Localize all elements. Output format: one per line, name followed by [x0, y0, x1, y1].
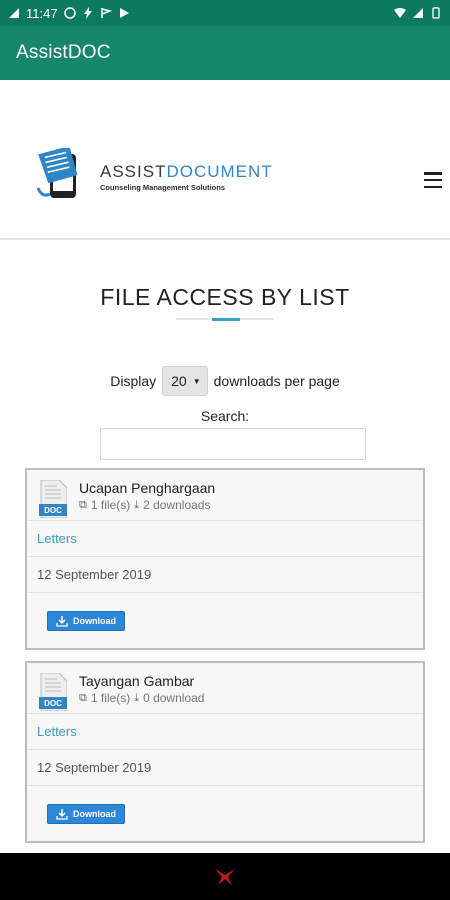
file-meta: ⧉ 1 file(s) ⤓ 0 download — [79, 691, 204, 705]
file-date: 12 September 2019 — [27, 750, 423, 786]
download-icon — [56, 615, 68, 627]
whatsapp-icon — [63, 7, 76, 19]
logo-mark-icon — [36, 148, 78, 198]
site-logo[interactable]: ASSISTDOCUMENT Counseling Management Sol… — [36, 148, 273, 206]
bottom-nav-bar — [0, 853, 450, 900]
doc-badge: DOC — [44, 506, 62, 515]
site-header: ASSISTDOCUMENT Counseling Management Sol… — [0, 80, 450, 240]
status-right — [394, 7, 450, 19]
wifi-icon — [394, 8, 406, 18]
file-card-actions: Download — [27, 786, 423, 842]
file-date: 12 September 2019 — [27, 557, 423, 593]
app-logo-icon[interactable] — [214, 867, 236, 887]
cell-signal-icon — [413, 8, 423, 18]
file-meta: ⧉ 1 file(s) ⤓ 2 downloads — [79, 498, 210, 512]
doc-file-icon: DOC — [39, 480, 67, 518]
bolt-icon — [83, 7, 92, 19]
flag-icon — [100, 8, 112, 18]
search-input[interactable] — [100, 428, 366, 460]
download-icon — [56, 808, 68, 820]
display-label: Display — [110, 373, 157, 389]
file-title[interactable]: Ucapan Penghargaan — [79, 480, 215, 496]
file-category-link[interactable]: Letters — [27, 714, 423, 750]
file-title[interactable]: Tayangan Gambar — [79, 673, 194, 689]
status-left: 11:47 — [0, 6, 130, 21]
display-count-value: 20 — [171, 373, 187, 389]
page-title: FILE ACCESS BY LIST — [100, 284, 350, 310]
files-count-icon: ⧉ — [79, 498, 87, 511]
battery-icon — [432, 7, 440, 19]
display-per-page: Display 20 ▼ downloads per page — [0, 366, 450, 396]
logo-brand-part1: ASSIST — [100, 162, 167, 181]
file-card: DOC Ucapan Penghargaan ⧉ 1 file(s) ⤓ 2 d… — [25, 468, 425, 650]
title-divider-accent — [212, 318, 240, 321]
app-bar: AssistDOC — [0, 26, 450, 80]
file-category-link[interactable]: Letters — [27, 521, 423, 557]
status-bar: 11:47 — [0, 0, 450, 26]
downloads-count: 0 download — [143, 691, 205, 705]
logo-brand-part2: DOCUMENT — [166, 162, 273, 181]
downloads-count: 2 downloads — [143, 498, 211, 512]
play-icon — [119, 8, 129, 18]
display-count-select[interactable]: 20 ▼ — [162, 366, 208, 396]
file-card-header: DOC Ucapan Penghargaan ⧉ 1 file(s) ⤓ 2 d… — [27, 470, 423, 521]
display-suffix: downloads per page — [213, 373, 340, 389]
download-button-label: Download — [73, 809, 116, 819]
file-card-header: DOC Tayangan Gambar ⧉ 1 file(s) ⤓ 0 down… — [27, 663, 423, 714]
download-button[interactable]: Download — [47, 804, 125, 824]
app-title: AssistDOC — [16, 42, 111, 63]
search-label: Search: — [200, 408, 250, 424]
file-card-actions: Download — [27, 593, 423, 649]
dropdown-caret-icon: ▼ — [192, 376, 201, 386]
downloads-count-icon: ⤓ — [134, 691, 140, 704]
status-time: 11:47 — [26, 5, 58, 21]
download-button[interactable]: Download — [47, 611, 125, 631]
logo-tagline: Counseling Management Solutions — [100, 183, 226, 192]
hamburger-menu-icon[interactable] — [424, 172, 442, 188]
doc-badge: DOC — [44, 699, 62, 708]
download-button-label: Download — [73, 616, 116, 626]
doc-file-icon: DOC — [39, 673, 67, 711]
downloads-count-icon: ⤓ — [134, 498, 140, 511]
file-card: DOC Tayangan Gambar ⧉ 1 file(s) ⤓ 0 down… — [25, 661, 425, 843]
files-count-icon: ⧉ — [79, 691, 87, 704]
files-count: 1 file(s) — [90, 498, 131, 512]
signal-icon — [9, 8, 19, 18]
files-count: 1 file(s) — [90, 691, 131, 705]
